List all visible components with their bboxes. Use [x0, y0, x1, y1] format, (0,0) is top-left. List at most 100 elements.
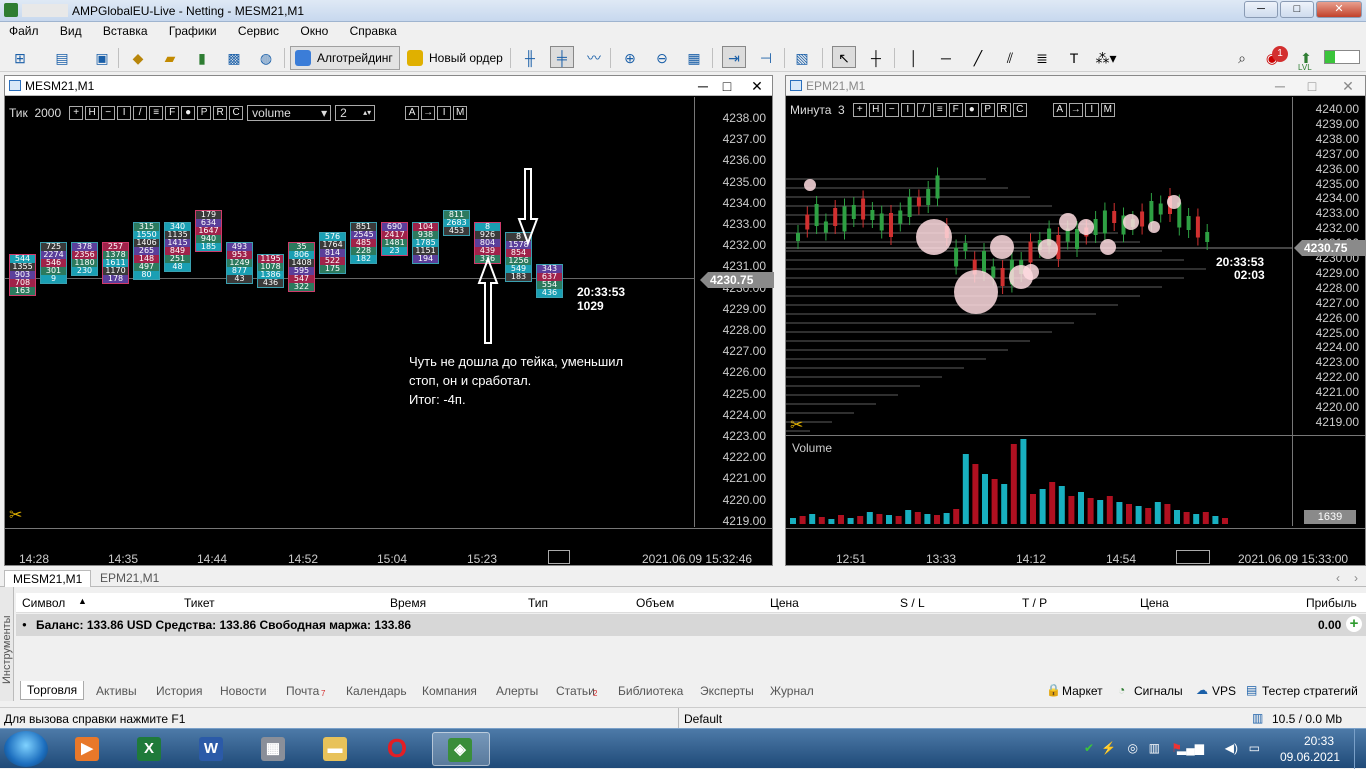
cmd-p-button[interactable]: P — [197, 106, 212, 120]
close-button[interactable]: ✕ — [1316, 1, 1362, 18]
close-chart-button[interactable]: ✕ — [748, 78, 766, 95]
data-window-icon[interactable]: ▮ — [190, 46, 214, 68]
scroll-box[interactable] — [548, 550, 570, 564]
mode-a-button[interactable]: A — [405, 106, 420, 120]
crosshair-icon[interactable]: ┼ — [864, 46, 888, 68]
menu-insert[interactable]: Вставка — [94, 22, 157, 40]
minimize-button[interactable]: ─ — [1244, 1, 1278, 18]
cmd-plus-button[interactable]: + — [69, 106, 84, 120]
navigator-icon[interactable]: ▰ — [158, 46, 182, 68]
tray-bolt-icon[interactable]: ⚡ — [1101, 741, 1116, 755]
chart-window-epm21[interactable]: EPM21,M1 ─ □ ✕ Минута 3 + H − I / ≡ F ● … — [785, 75, 1366, 566]
tab-trade[interactable]: Торговля — [20, 681, 85, 700]
tab-mail[interactable]: Почта — [286, 684, 319, 698]
tray-app-icon[interactable]: ▥ — [1149, 741, 1160, 755]
tab-journal[interactable]: Журнал — [770, 684, 814, 698]
tab-alerts[interactable]: Алерты — [496, 684, 538, 698]
tools-icon-right[interactable]: ✂ — [790, 415, 803, 435]
tab-calendar[interactable]: Календарь — [346, 684, 407, 698]
tab-history[interactable]: История — [156, 684, 203, 698]
tabs-left-arrow[interactable]: ‹ — [1336, 571, 1340, 585]
tray-skype-icon[interactable]: ◎ — [1128, 741, 1138, 755]
menu-view[interactable]: Вид — [51, 22, 91, 40]
tray-misc-icon[interactable]: ▭ — [1249, 741, 1260, 755]
tab-library[interactable]: Библиотека — [618, 684, 683, 698]
taskbar-calculator[interactable]: ▦ — [246, 732, 300, 766]
mode-arrow-button[interactable]: → — [421, 106, 436, 120]
tray-network-icon[interactable]: ▂▄▆ — [1177, 741, 1204, 755]
horizontal-line-icon[interactable]: ─ — [934, 46, 958, 68]
maximize-chart-right-button[interactable]: □ — [1303, 78, 1321, 94]
taskbar-explorer[interactable]: ▬ — [308, 732, 362, 766]
close-chart-right-button[interactable]: ✕ — [1339, 78, 1357, 95]
tray-time[interactable]: 20:33 — [1304, 734, 1334, 748]
market-link[interactable]: Маркет — [1062, 684, 1103, 698]
zoom-out-icon[interactable]: ⊖ — [650, 46, 674, 68]
toolbox-side-label[interactable]: Инструменты — [0, 587, 14, 701]
autoscroll-icon[interactable]: ⇥ — [722, 46, 746, 68]
algo-trading-button[interactable]: Алготрейдинг — [290, 46, 400, 70]
col-sl[interactable]: S / L — [900, 596, 925, 610]
taskbar-excel[interactable]: X — [122, 732, 176, 766]
new-order-button[interactable]: Новый ордер — [402, 46, 510, 70]
menu-tools[interactable]: Сервис — [229, 22, 288, 40]
shapes-icon[interactable]: ⁂▾ — [1094, 46, 1118, 68]
bar-chart-icon[interactable]: ╫ — [518, 46, 542, 68]
mode-m-button[interactable]: M — [453, 106, 468, 120]
volume-select[interactable]: volume ▾ — [247, 105, 332, 121]
chart-window-mesm21[interactable]: MESM21,M1 ─ □ ✕ Тик 2000 + H − I / ≡ F ●… — [4, 75, 774, 566]
tab-assets[interactable]: Активы — [96, 684, 137, 698]
templates-icon[interactable]: ▣ — [90, 46, 114, 68]
col-tp[interactable]: T / P — [1022, 596, 1047, 610]
cmd-i-button[interactable]: I — [117, 106, 132, 120]
add-order-icon[interactable]: + — [1346, 616, 1362, 632]
cmd-minus-button[interactable]: − — [101, 106, 116, 120]
col-ticket[interactable]: Тикет — [184, 596, 215, 610]
menu-window[interactable]: Окно — [291, 22, 337, 40]
cmd-c-button[interactable]: C — [229, 106, 244, 120]
chart-shift-icon[interactable]: ⊣ — [754, 46, 778, 68]
signals-link[interactable]: Сигналы — [1134, 684, 1183, 698]
right-plot-area[interactable]: Минута 3 + H − I / ≡ F ● P R C A → I M 2… — [786, 97, 1292, 435]
mode-i-button[interactable]: I — [437, 106, 452, 120]
profiles-icon[interactable]: ▤ — [50, 46, 74, 68]
text-tool-icon[interactable]: T — [1062, 46, 1086, 68]
tile-windows-icon[interactable]: ▦ — [682, 46, 706, 68]
tab-news[interactable]: Новости — [220, 684, 266, 698]
maximize-button[interactable]: □ — [1280, 1, 1314, 18]
menu-help[interactable]: Справка — [341, 22, 406, 40]
menu-file[interactable]: Файл — [0, 22, 48, 40]
volume-stepper[interactable]: 2 ▴▾ — [335, 105, 376, 121]
col-time[interactable]: Время — [390, 596, 426, 610]
taskbar-metatrader[interactable]: ◈ — [432, 732, 490, 766]
terminal-icon[interactable]: ▩ — [222, 46, 246, 68]
tray-date[interactable]: 09.06.2021 — [1280, 750, 1340, 764]
indicators-icon[interactable]: ▧ — [790, 46, 814, 68]
left-plot-area[interactable]: Тик 2000 + H − I / ≡ F ● P R C volume ▾ 2… — [5, 97, 694, 527]
balance-row[interactable]: ● Баланс: 133.86 USD Средства: 133.86 Св… — [16, 614, 1366, 636]
cmd-slash-button[interactable]: / — [133, 106, 148, 120]
tabs-right-arrow[interactable]: › — [1354, 571, 1358, 585]
strategy-tester-link[interactable]: Тестер стратегий — [1262, 684, 1358, 698]
tools-icon[interactable]: ✂ — [9, 505, 22, 525]
taskbar-word[interactable]: W — [184, 732, 238, 766]
col-type[interactable]: Тип — [528, 596, 548, 610]
tester-icon[interactable]: ◍ — [254, 46, 278, 68]
maximize-chart-button[interactable]: □ — [718, 78, 736, 94]
col-profit[interactable]: Прибыль — [1306, 596, 1357, 610]
tab-articles[interactable]: Статьи — [556, 684, 595, 698]
cmd-r-button[interactable]: R — [213, 106, 228, 120]
channel-icon[interactable]: ⫽ — [998, 46, 1022, 68]
cmd-f-button[interactable]: F — [165, 106, 180, 120]
col-symbol[interactable]: Символ — [22, 596, 65, 610]
line-chart-icon[interactable]: 〰 — [582, 46, 606, 68]
minimize-chart-button[interactable]: ─ — [694, 78, 712, 94]
vertical-line-icon[interactable]: │ — [902, 46, 926, 68]
show-desktop-button[interactable] — [1354, 729, 1366, 769]
zoom-in-icon[interactable]: ⊕ — [618, 46, 642, 68]
taskbar-opera[interactable]: O — [370, 732, 424, 766]
candle-chart-icon[interactable]: ╪ — [550, 46, 574, 68]
chart-tab-mesm21[interactable]: MESM21,M1 — [4, 570, 92, 587]
collapse-icon[interactable]: ● — [22, 620, 27, 629]
tab-company[interactable]: Компания — [422, 684, 477, 698]
